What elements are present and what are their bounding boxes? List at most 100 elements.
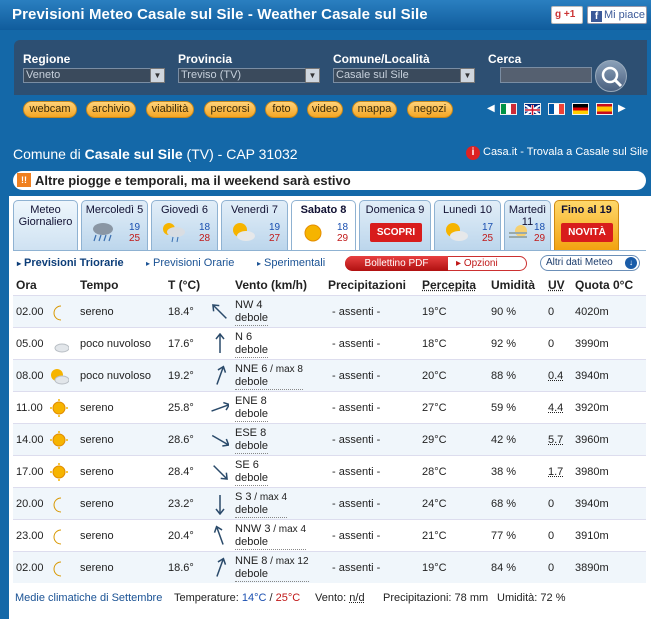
cell-uv: 0 — [548, 530, 555, 542]
cell-temperatura: 19.2° — [168, 370, 194, 382]
table-row: 08.00 poco nuvoloso 19.2° NNE 6 / max 8 debo… — [13, 359, 646, 391]
opzioni-button[interactable]: ▸ Opzioni — [456, 258, 498, 269]
day-name-2: Giornaliero — [18, 216, 73, 228]
cell-umidita: 59 % — [491, 402, 517, 414]
cell-temperatura: 28.6° — [168, 434, 194, 446]
link-foto[interactable]: foto — [265, 101, 298, 118]
cerca-label: Cerca — [488, 52, 522, 66]
col-tempo: Tempo — [80, 278, 119, 292]
cell-umidita: 90 % — [491, 306, 517, 318]
tab-previsioni-triorarie[interactable]: ▸ Previsioni Triorarie — [17, 257, 124, 269]
table-row: 02.00 sereno 18.4° NW 4 debole - assenti - 19°… — [13, 295, 646, 327]
day-name: Giovedì 6 — [160, 204, 209, 216]
flag-spain-icon[interactable] — [596, 103, 613, 115]
tab-meteo-giornaliero[interactable]: Meteo Giornaliero — [13, 200, 78, 250]
sun-icon — [50, 399, 68, 417]
tab-day-lunedi[interactable]: Lunedì 10 17 25 — [434, 200, 501, 250]
google-plus-button[interactable]: g +1 — [551, 6, 583, 24]
comune-select[interactable]: Casale sul Sile ▼ — [333, 68, 475, 83]
partly-cloudy-icon — [233, 223, 255, 241]
cell-umidita: 38 % — [491, 466, 517, 478]
link-mappa[interactable]: mappa — [352, 101, 397, 118]
tab-day-giovedi[interactable]: Giovedì 6 18 28 — [151, 200, 218, 250]
tab-day-sabato[interactable]: Sabato 8 18 29 — [291, 200, 356, 250]
cell-percepita: 19°C — [422, 306, 447, 318]
download-icon: ↓ — [625, 257, 637, 269]
search-icon[interactable] — [595, 60, 627, 92]
scopri-badge: SCOPRI — [370, 223, 422, 242]
wind-max: / max 8 — [267, 364, 303, 375]
alert-text: Altre piogge e temporali, ma il weekend … — [35, 173, 351, 188]
wind-level: debole — [235, 440, 269, 454]
altri-dati-meteo-button[interactable]: Altri dati Meteo ↓ — [540, 255, 640, 271]
cell-quota: 3910m — [575, 530, 609, 542]
link-archivio[interactable]: archivio — [86, 101, 136, 118]
tab-previsioni-orarie[interactable]: ▸ Previsioni Orarie — [146, 257, 234, 269]
wind-direction: ENE 8 — [235, 395, 267, 407]
link-negozi[interactable]: negozi — [407, 101, 453, 118]
tab-fino-al-19[interactable]: Fino al 19 NOVITÀ — [554, 200, 619, 250]
wind-direction: S 3 — [235, 491, 252, 503]
link-viabilita[interactable]: viabilità — [146, 101, 194, 118]
regione-select[interactable]: Veneto ▼ — [23, 68, 165, 83]
flag-france-icon[interactable] — [548, 103, 565, 115]
comune-label: Comune/Località — [333, 52, 430, 66]
sun-icon — [304, 224, 322, 242]
arrow-left-icon[interactable]: ◀ — [487, 103, 495, 114]
cell-tempo: sereno — [80, 434, 114, 446]
tab-sperimentali[interactable]: ▸ Sperimentali — [257, 257, 325, 269]
wind-level: debole — [235, 344, 269, 358]
col-quota-zero: Quota 0°C — [575, 278, 634, 292]
cell-tempo: poco nuvoloso — [80, 338, 151, 350]
wind-direction: SE 6 — [235, 459, 259, 471]
wind-arrow-icon — [215, 333, 225, 353]
rain-cloud-icon — [93, 223, 113, 242]
link-percorsi[interactable]: percorsi — [204, 101, 256, 118]
arrow-right-icon[interactable]: ▶ — [618, 103, 626, 114]
bollettino-pdf-button[interactable]: Bollettino PDF ▸ Opzioni — [345, 256, 527, 271]
link-video[interactable]: video — [307, 101, 343, 118]
partly-cloudy-icon — [446, 223, 468, 241]
alert-icon: !! — [17, 173, 31, 187]
flag-uk-icon[interactable] — [524, 103, 541, 116]
comune-value: Casale sul Sile — [336, 69, 409, 81]
tab-day-venerdi[interactable]: Venerdì 7 19 27 — [221, 200, 288, 250]
cell-quota: 3940m — [575, 498, 609, 510]
tab-day-domenica[interactable]: Domenica 9 SCOPRI — [359, 200, 431, 250]
page-title: Previsioni Meteo Casale sul Sile - Weath… — [12, 6, 428, 23]
wind-level: debole — [235, 408, 269, 422]
casait-label: Casa.it - Trovala a Casale sul Sile — [483, 146, 649, 158]
cell-precipitazioni: - assenti - — [332, 402, 381, 414]
temp-min: 18 — [534, 222, 546, 233]
cell-precipitazioni: - assenti - — [332, 338, 381, 350]
casait-link[interactable]: i Casa.it - Trovala a Casale sul Sile — [466, 146, 648, 160]
forecast-view-tabs: ▸ Previsioni Triorarie ▸ Previsioni Orarie… — [13, 250, 646, 272]
cell-precipitazioni: - assenti - — [332, 498, 381, 510]
wind-max: / max 12 — [267, 556, 309, 567]
weather-alert-banner[interactable]: !! Altre piogge e temporali, ma il weeke… — [13, 171, 646, 190]
facebook-like-button[interactable]: f Mi piace — [587, 6, 647, 24]
location-heading: Comune di Casale sul Sile (TV) - CAP 310… — [13, 146, 298, 162]
bollettino-label: Bollettino PDF — [345, 256, 448, 271]
wind-arrow-icon — [213, 465, 228, 480]
arrow-icon: ▸ — [257, 259, 262, 268]
cell-vento: NNE 8 / max 12 debole — [235, 555, 309, 582]
wind-direction: ESE 8 — [235, 427, 267, 439]
wind-arrow-icon — [216, 365, 227, 385]
provincia-select[interactable]: Treviso (TV) ▼ — [178, 68, 320, 83]
search-input[interactable] — [500, 67, 592, 83]
moon-icon — [53, 529, 62, 545]
temp-max: 28 — [199, 233, 211, 244]
medie-climatiche-link[interactable]: Medie climatiche di Settembre — [15, 592, 162, 604]
wind-level: debole — [235, 504, 288, 518]
cell-vento: N 6 debole — [235, 331, 269, 358]
tab-day-martedi[interactable]: Martedì 11 18 29 — [504, 200, 551, 250]
col-vento: Vento (km/h) — [235, 278, 308, 292]
cell-uv: 0 — [548, 338, 555, 350]
flag-germany-icon[interactable] — [572, 103, 589, 115]
flag-italy-icon[interactable] — [500, 103, 517, 115]
cell-tempo: poco nuvoloso — [80, 370, 151, 382]
col-precipitazioni: Precipitazioni — [328, 278, 407, 292]
tab-day-mercoledi[interactable]: Mercoledì 5 19 25 — [81, 200, 148, 250]
link-webcam[interactable]: webcam — [23, 101, 77, 118]
